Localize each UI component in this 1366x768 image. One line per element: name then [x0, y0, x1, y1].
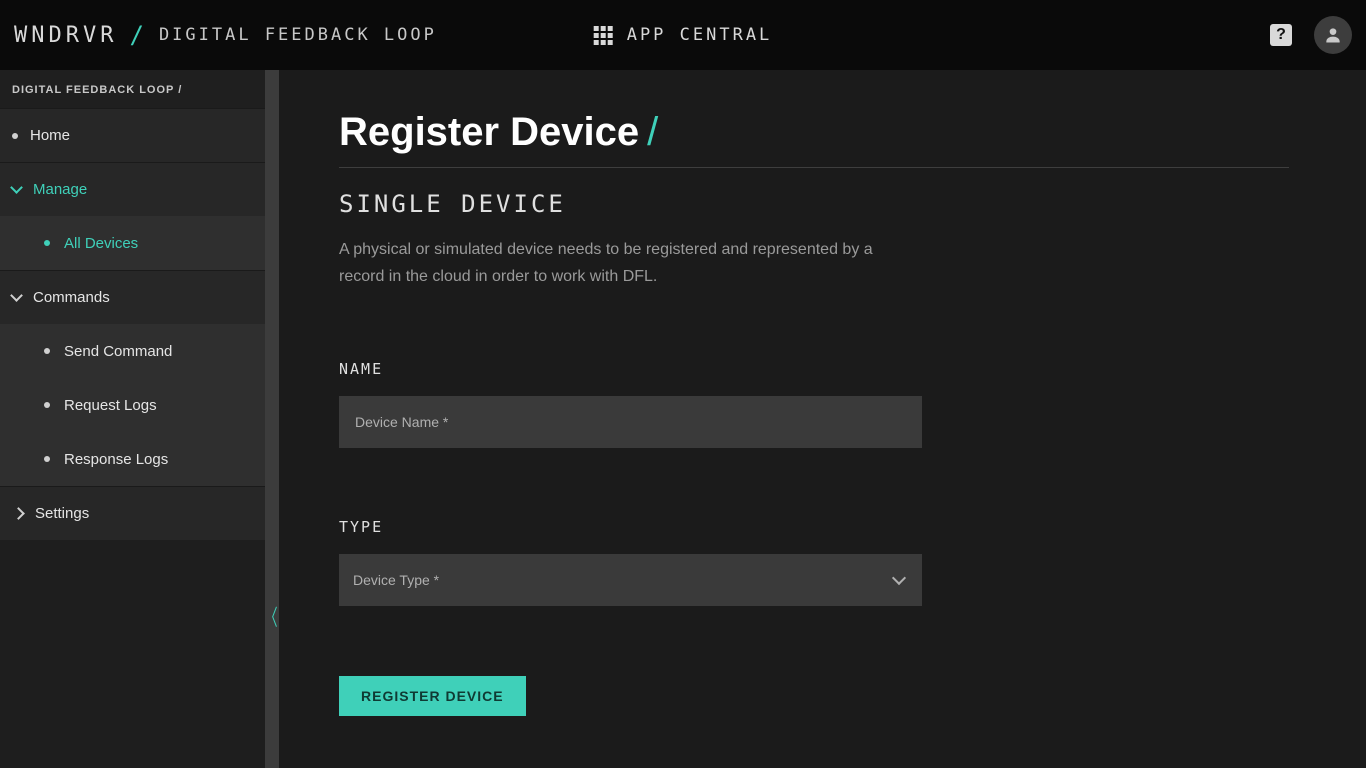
- chevron-down-icon: [892, 571, 906, 585]
- title-slash-icon: /: [647, 110, 658, 155]
- sidebar-item-home[interactable]: Home: [0, 108, 265, 162]
- device-type-select[interactable]: Device Type *: [339, 554, 922, 606]
- sidebar-item-label: Commands: [33, 289, 110, 306]
- sidebar-item-settings[interactable]: Settings: [0, 486, 265, 540]
- sidebar-item-commands[interactable]: Commands: [0, 270, 265, 324]
- device-name-field[interactable]: [339, 396, 922, 448]
- title-divider: [339, 167, 1289, 168]
- app-central-label: APP CENTRAL: [627, 25, 773, 45]
- sidebar-breadcrumb: DIGITAL FEEDBACK LOOP /: [0, 70, 265, 108]
- type-field-label: TYPE: [339, 518, 1306, 536]
- top-bar: WNDRVR / DIGITAL FEEDBACK LOOP APP CENTR…: [0, 0, 1366, 70]
- register-device-button[interactable]: REGISTER DEVICE: [339, 676, 526, 716]
- bullet-icon: [44, 402, 50, 408]
- bullet-icon: [44, 240, 50, 246]
- bullet-icon: [44, 456, 50, 462]
- chevron-down-icon: [10, 289, 23, 302]
- collapse-arrow-icon: 〈: [264, 600, 277, 632]
- chevron-down-icon: [10, 181, 23, 194]
- top-bar-right: ?: [1270, 16, 1352, 54]
- apps-grid-icon: [594, 26, 613, 45]
- sidebar-item-manage[interactable]: Manage: [0, 162, 265, 216]
- brand-app-name: DIGITAL FEEDBACK LOOP: [159, 25, 437, 45]
- app-central-link[interactable]: APP CENTRAL: [594, 25, 773, 45]
- section-title: SINGLE DEVICE: [339, 190, 1306, 218]
- section-description: A physical or simulated device needs to …: [339, 236, 919, 290]
- brand-logo: WNDRVR: [14, 23, 117, 48]
- sidebar-item-label: Manage: [33, 181, 87, 198]
- sidebar-sub-label: Request Logs: [64, 397, 157, 414]
- sidebar-sub-label: Send Command: [64, 343, 172, 360]
- sidebar-sub-all-devices[interactable]: All Devices: [0, 216, 265, 270]
- sidebar-sub-label: All Devices: [64, 235, 138, 252]
- sidebar-item-label: Settings: [35, 505, 89, 522]
- device-type-placeholder: Device Type *: [353, 572, 439, 588]
- page-title: Register Device /: [339, 110, 1306, 155]
- sidebar-sub-request-logs[interactable]: Request Logs: [0, 378, 265, 432]
- user-avatar[interactable]: [1314, 16, 1352, 54]
- sidebar-resize-handle[interactable]: 〈: [265, 70, 279, 768]
- help-icon[interactable]: ?: [1270, 24, 1292, 46]
- brand-block: WNDRVR / DIGITAL FEEDBACK LOOP: [14, 21, 437, 49]
- sidebar-sub-response-logs[interactable]: Response Logs: [0, 432, 265, 486]
- sidebar-sub-label: Response Logs: [64, 451, 168, 468]
- bullet-icon: [44, 348, 50, 354]
- device-name-input[interactable]: [353, 413, 908, 431]
- brand-slash-icon: /: [129, 21, 146, 49]
- person-icon: [1323, 25, 1343, 45]
- sidebar-item-label: Home: [30, 127, 70, 144]
- page-title-text: Register Device: [339, 110, 639, 155]
- sidebar-sub-send-command[interactable]: Send Command: [0, 324, 265, 378]
- main-content: Register Device / SINGLE DEVICE A physic…: [279, 70, 1366, 768]
- chevron-right-icon: [12, 507, 25, 520]
- bullet-icon: [12, 133, 18, 139]
- name-field-label: NAME: [339, 360, 1306, 378]
- sidebar: DIGITAL FEEDBACK LOOP / Home Manage All …: [0, 70, 265, 768]
